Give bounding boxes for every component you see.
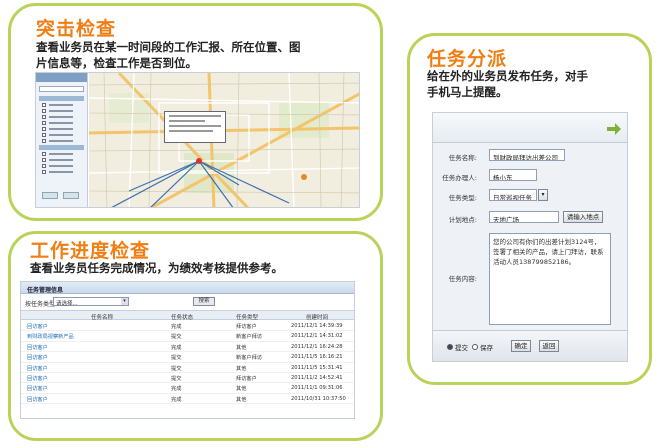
panel-track-desc-2: 片信息等，检查工作是否到位。 <box>36 56 197 70</box>
table-cell-type: 其他 <box>236 386 247 393</box>
panel-assign-desc-1: 给在外的业务员发布任务，对手 <box>427 69 588 83</box>
arrow-right-icon[interactable] <box>607 123 621 135</box>
table-row[interactable]: 回访客户 提交 其他 2011/11/5 15:31:41 <box>21 363 354 373</box>
column-header: 任务名称 <box>91 315 114 321</box>
task-type-select[interactable]: 日常巡视任务 <box>489 189 537 201</box>
task-place-label: 计划地点: <box>448 216 477 224</box>
table-cell-name[interactable]: 回访客户 <box>27 365 48 372</box>
confirm-button[interactable]: 确定 <box>511 340 531 352</box>
table-cell-type: 新客户拜访 <box>236 355 262 362</box>
map-search-input[interactable] <box>39 86 84 92</box>
map-info-popup[interactable] <box>164 111 226 143</box>
table-cell-status: 完成 <box>171 386 182 393</box>
back-button[interactable]: 返回 <box>539 340 559 352</box>
table-cell-type: 拜访客户 <box>236 376 257 382</box>
table-cell-name[interactable]: 回访客户 <box>27 396 48 403</box>
table-row[interactable]: 回访客户 完成 其他 2011/10/31 10:37:50 <box>21 394 354 405</box>
assign-form-screenshot: 任务名称: 到财政局拜访出差公司 任务办理人: 杨小东 任务类型: 日常巡视任务… <box>432 112 628 362</box>
chevron-down-icon[interactable]: ▾ <box>538 189 548 201</box>
radio-submit-label: 提交 <box>455 344 468 352</box>
table-columns: 任务名称 任务状态 任务类型 创建时间 <box>21 310 354 321</box>
column-header: 任务类型 <box>236 315 259 321</box>
panel-assign-title: 任务分派 <box>427 48 508 70</box>
map-sidebar <box>36 73 88 207</box>
column-header: 创建时间 <box>306 315 329 321</box>
map-view[interactable] <box>88 73 359 207</box>
table-row[interactable]: 回访客户 完成 其他 2011/11/1 09:31:06 <box>21 383 354 394</box>
panel-assign-desc-2: 手机马上提醒。 <box>427 85 508 99</box>
radio-submit[interactable] <box>447 344 453 350</box>
table-cell-type: 拜访客户 <box>236 324 257 330</box>
panel-track-desc-1: 查看业务员在某一时间段的工作汇报、所在位置、图 <box>36 40 301 54</box>
map-sidebar-button[interactable] <box>63 192 79 199</box>
panel-progress-title: 工作进度检查 <box>30 240 151 262</box>
task-content-label: 任务内容: <box>448 275 477 283</box>
table-cell-time: 2011/11/1 09:31:06 <box>291 385 343 392</box>
table-cell-status: 完成 <box>171 344 182 351</box>
table-cell-status: 提交 <box>171 365 182 372</box>
form-body: 任务名称: 到财政局拜访出差公司 任务办理人: 杨小东 任务类型: 日常巡视任务… <box>433 143 627 332</box>
table-row[interactable]: 回访客户 提交 新客户拜访 2011/11/5 16:16:21 <box>21 352 354 363</box>
radio-save-label: 保存 <box>480 344 493 352</box>
table-row[interactable]: 回访客户 完成 拜访客户 2011/12/1 14:39:39 <box>21 321 354 332</box>
panel-track-title: 突击检查 <box>36 18 117 40</box>
filter-select-value: 请选择... <box>56 301 78 307</box>
form-footer: 提交 保存 确定 返回 <box>433 330 627 361</box>
table-row[interactable]: 回访客户 完成 其他 2011/12/1 16:24:28 <box>21 342 354 353</box>
table-cell-time: 2011/11/5 16:16:21 <box>291 354 343 361</box>
table-cell-name[interactable]: 回访客户 <box>27 354 48 361</box>
task-handler-input[interactable]: 杨小东 <box>489 169 537 181</box>
table-cell-name[interactable]: 回访客户 <box>27 323 48 330</box>
query-button[interactable]: 搜索 <box>193 297 215 306</box>
table-cell-status: 完成 <box>171 396 182 403</box>
table-cell-status: 提交 <box>171 376 182 382</box>
table-cell-type: 新客户拜访 <box>236 334 262 341</box>
task-handler-label: 任务办理人: <box>442 174 477 182</box>
table-cell-type: 其他 <box>236 396 247 403</box>
task-content-textarea[interactable]: 您的公司有你们的出差计划3124号，签署了相关的产品，请上门拜访，联系活动人员1… <box>489 233 611 325</box>
table-cell-type: 其他 <box>236 365 247 372</box>
radio-save[interactable] <box>472 344 478 350</box>
task-type-label: 任务类型: <box>448 194 477 202</box>
table-header: 任务管理信息 <box>21 282 354 294</box>
table-cell-name[interactable]: 回访客户 <box>27 344 48 351</box>
table-cell-name[interactable]: 回访客户 <box>27 385 48 392</box>
table-cell-time: 2011/11/2 14:52:41 <box>291 375 343 381</box>
table-cell-time: 2011/12/1 14:39:39 <box>291 323 343 329</box>
map-sidebar-button[interactable] <box>42 192 58 199</box>
table-row[interactable]: 回访客户 提交 拜访客户 2011/11/2 14:52:41 <box>21 373 354 384</box>
panel-progress-desc: 查看业务员任务完成情况，为绩效考核提供参考。 <box>30 261 283 275</box>
task-place-input[interactable]: 天地广场 <box>489 211 559 223</box>
task-table-screenshot: 任务管理信息 按任务类型: 请选择... ▾ 搜索 任务名称 任务状态 任务类型 … <box>20 281 355 419</box>
chevron-down-icon: ▾ <box>121 298 128 305</box>
table-cell-status: 提交 <box>171 334 182 341</box>
table-cell-time: 2011/12/1 14:31:02 <box>291 333 343 340</box>
map-screenshot <box>35 72 360 208</box>
filter-select[interactable]: 请选择... ▾ <box>53 297 129 307</box>
task-name-input[interactable]: 到财政局拜访出差公司 <box>489 149 565 161</box>
table-cell-name[interactable]: 回访客户 <box>27 375 48 382</box>
table-cell-status: 提交 <box>171 355 182 362</box>
table-row[interactable]: 到财政局视察新产品 提交 新客户拜访 2011/12/1 14:31:02 <box>21 331 354 342</box>
table-cell-time: 2011/10/31 10:37:50 <box>291 395 346 402</box>
table-cell-status: 完成 <box>171 324 182 330</box>
task-name-label: 任务名称: <box>448 154 477 162</box>
place-select-button[interactable]: 请输入地点 <box>563 211 603 223</box>
column-header: 任务状态 <box>171 315 194 321</box>
form-topbar <box>433 113 627 143</box>
table-toolbar: 按任务类型: 请选择... ▾ 搜索 <box>21 295 354 309</box>
table-cell-time: 2011/11/5 15:31:41 <box>291 364 343 371</box>
table-cell-type: 其他 <box>236 344 247 351</box>
table-cell-name[interactable]: 到财政局视察新产品 <box>27 333 74 340</box>
table-cell-time: 2011/12/1 16:24:28 <box>291 343 343 350</box>
